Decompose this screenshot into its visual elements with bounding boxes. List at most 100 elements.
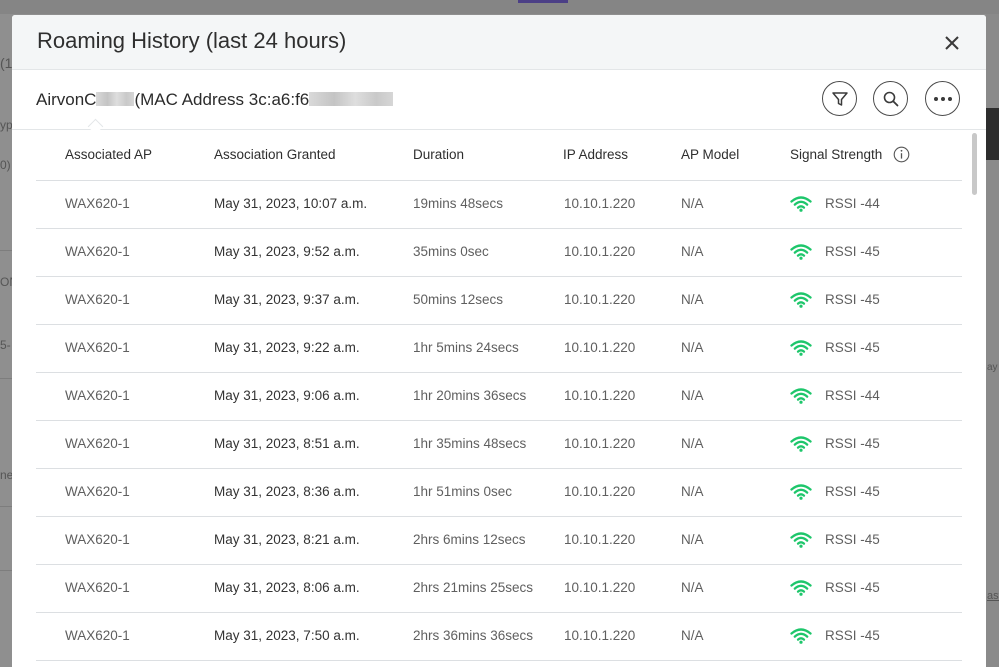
background-divider [0, 506, 12, 507]
cell-association-granted: May 31, 2023, 8:06 a.m. [214, 580, 360, 595]
cell-ap-model: N/A [681, 388, 704, 403]
background-divider [0, 378, 12, 379]
device-name: AirvonC [36, 90, 97, 109]
filter-button[interactable] [822, 81, 857, 116]
search-button[interactable] [873, 81, 908, 116]
cell-associated-ap: WAX620-1 [65, 628, 130, 643]
table-row[interactable]: WAX620-1 May 31, 2023, 10:07 a.m. 19mins 4… [36, 181, 962, 229]
cell-duration: 50mins 12secs [413, 292, 504, 307]
wifi-signal-icon [790, 292, 812, 308]
cell-ip-address: 10.10.1.220 [564, 388, 636, 403]
table-row[interactable]: WAX620-1 May 31, 2023, 7:50 a.m. 2hrs 36mi… [36, 613, 962, 661]
column-header-duration[interactable]: Duration [413, 147, 464, 162]
wifi-signal-icon [790, 340, 812, 356]
cell-duration: 1hr 35mins 48secs [413, 436, 527, 451]
cell-association-granted: May 31, 2023, 9:52 a.m. [214, 244, 360, 259]
modal-header: Roaming History (last 24 hours) [12, 15, 986, 70]
cell-signal-strength: RSSI -45 [825, 484, 880, 499]
wifi-signal-icon [790, 196, 812, 212]
cell-ap-model: N/A [681, 340, 704, 355]
close-button[interactable] [942, 33, 962, 53]
column-header-ip-address[interactable]: IP Address [563, 147, 628, 162]
column-header-associated-ap[interactable]: Associated AP [65, 147, 152, 162]
column-header-association-granted[interactable]: Association Granted [214, 147, 336, 162]
cell-ip-address: 10.10.1.220 [564, 628, 636, 643]
cell-ip-address: 10.10.1.220 [564, 292, 636, 307]
cell-ap-model: N/A [681, 196, 704, 211]
table-row[interactable]: WAX620-1 May 31, 2023, 8:51 a.m. 1hr 35min… [36, 421, 962, 469]
cell-duration: 2hrs 36mins 36secs [413, 628, 534, 643]
table-row[interactable]: WAX620-1 May 31, 2023, 8:06 a.m. 2hrs 21mi… [36, 565, 962, 613]
device-info-bar: AirvonC (MAC Address 3c:a6:f6 [12, 70, 986, 135]
cell-association-granted: May 31, 2023, 7:50 a.m. [214, 628, 360, 643]
cell-ip-address: 10.10.1.220 [564, 436, 636, 451]
cell-associated-ap: WAX620-1 [65, 580, 130, 595]
cell-association-granted: May 31, 2023, 9:37 a.m. [214, 292, 360, 307]
background-divider [0, 570, 12, 571]
redacted-mac-address [309, 92, 394, 106]
cell-ap-model: N/A [681, 436, 704, 451]
scrollbar-thumb[interactable] [972, 133, 977, 195]
cell-duration: 1hr 20mins 36secs [413, 388, 527, 403]
filter-icon [831, 91, 848, 106]
mac-address-label: (MAC Address 3c:a6:f6 [134, 90, 310, 109]
roaming-history-modal: Roaming History (last 24 hours) AirvonC (… [12, 15, 986, 667]
cell-association-granted: May 31, 2023, 9:06 a.m. [214, 388, 360, 403]
cell-signal-strength: RSSI -45 [825, 436, 880, 451]
cell-ap-model: N/A [681, 244, 704, 259]
table-row[interactable]: WAX620-1 May 31, 2023, 9:52 a.m. 35mins 0s… [36, 229, 962, 277]
more-icon [933, 96, 952, 101]
background-text-fragment: ay [987, 362, 998, 373]
more-options-button[interactable] [925, 81, 960, 116]
cell-signal-strength: RSSI -44 [825, 388, 880, 403]
info-icon[interactable] [893, 146, 910, 163]
wifi-signal-icon [790, 244, 812, 260]
modal-title: Roaming History (last 24 hours) [37, 28, 347, 53]
cell-association-granted: May 31, 2023, 8:21 a.m. [214, 532, 360, 547]
background-text-fragment: ast [987, 590, 999, 602]
cell-ap-model: N/A [681, 580, 704, 595]
table-row[interactable]: WAX620-1 May 31, 2023, 9:22 a.m. 1hr 5mins… [36, 325, 962, 373]
wifi-signal-icon [790, 484, 812, 500]
cell-ip-address: 10.10.1.220 [564, 484, 636, 499]
cell-association-granted: May 31, 2023, 10:07 a.m. [214, 196, 368, 211]
cell-signal-strength: RSSI -44 [825, 196, 880, 211]
cell-signal-strength: RSSI -45 [825, 340, 880, 355]
cell-associated-ap: WAX620-1 [65, 292, 130, 307]
cell-ip-address: 10.10.1.220 [564, 340, 636, 355]
cell-association-granted: May 31, 2023, 8:36 a.m. [214, 484, 360, 499]
table-row[interactable]: WAX620-1 May 31, 2023, 9:37 a.m. 50mins 12… [36, 277, 962, 325]
column-header-ap-model[interactable]: AP Model [681, 147, 739, 162]
column-header-signal-strength[interactable]: Signal Strength [790, 147, 882, 162]
cell-associated-ap: WAX620-1 [65, 484, 130, 499]
background-text-fragment: 0) [0, 158, 11, 172]
wifi-signal-icon [790, 388, 812, 404]
cell-duration: 19mins 48secs [413, 196, 504, 211]
cell-ip-address: 10.10.1.220 [564, 580, 636, 595]
background-dark-block [986, 108, 999, 160]
wifi-signal-icon [790, 580, 812, 596]
cell-ip-address: 10.10.1.220 [564, 244, 636, 259]
cell-signal-strength: RSSI -45 [825, 532, 880, 547]
cell-associated-ap: WAX620-1 [65, 244, 130, 259]
background-text-fragment: (1 [0, 55, 13, 71]
table-row[interactable]: WAX620-1 May 31, 2023, 8:36 a.m. 1hr 51min… [36, 469, 962, 517]
cell-ip-address: 10.10.1.220 [564, 196, 636, 211]
wifi-signal-icon [790, 628, 812, 644]
background-active-tab-indicator [518, 0, 568, 3]
search-icon [883, 91, 898, 106]
table-row[interactable]: WAX620-1 May 31, 2023, 8:21 a.m. 2hrs 6min… [36, 517, 962, 565]
cell-signal-strength: RSSI -45 [825, 292, 880, 307]
scrollbar[interactable] [970, 130, 978, 667]
cell-duration: 2hrs 21mins 25secs [413, 580, 534, 595]
wifi-signal-icon [790, 532, 812, 548]
table-header: Associated AP Association Granted Durati… [36, 130, 962, 181]
cell-signal-strength: RSSI -45 [825, 628, 880, 643]
table-row[interactable]: WAX620-1 May 31, 2023, 9:06 a.m. 1hr 20min… [36, 373, 962, 421]
background-text-fragment: yp [0, 118, 13, 132]
background-topbar [0, 0, 999, 14]
cell-associated-ap: WAX620-1 [65, 436, 130, 451]
cell-duration: 35mins 0sec [413, 244, 489, 259]
background-divider [0, 250, 12, 251]
cell-signal-strength: RSSI -45 [825, 580, 880, 595]
